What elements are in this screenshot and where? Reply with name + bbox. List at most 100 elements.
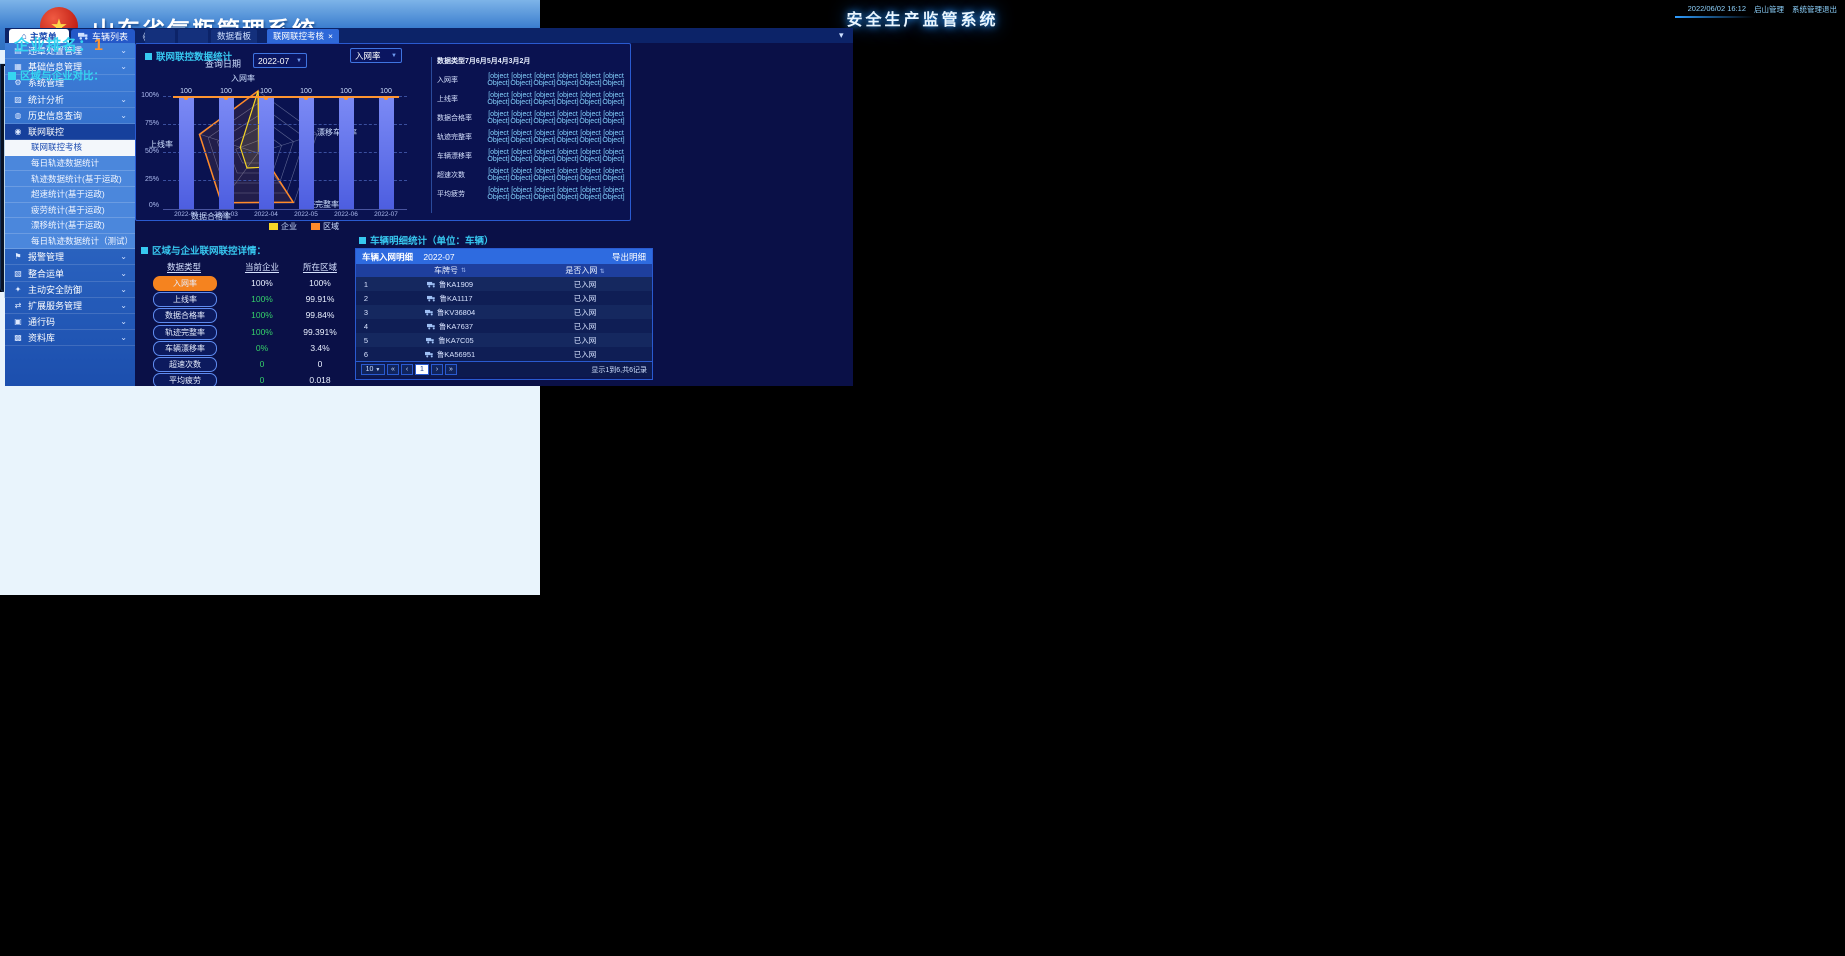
dashboard-sidebar: ▤ 违章处置管理 ⌄ ▦ 基础信息管理 ⌄ ⚙ 系统管理: [5, 43, 135, 386]
vehicles-table-header: 车牌号 ⇅ 是否入网 ⇅: [356, 264, 652, 277]
sort-icon[interactable]: ⇅: [461, 267, 466, 274]
menu-item-icon: ⇄: [13, 301, 23, 310]
sidebar-submenu-item[interactable]: 联网联控考核: [5, 140, 135, 156]
cell-value: [object Object]: [579, 149, 602, 163]
export-button[interactable]: 导出明细: [612, 251, 646, 263]
vehicle-row[interactable]: 6 鲁KA56951 已入网: [356, 347, 652, 361]
caret-down-icon: ⌄: [120, 317, 127, 326]
y-tick: 0%: [135, 202, 159, 209]
cell-value: [object Object]: [556, 111, 579, 125]
sidebar-submenu-item[interactable]: 每日轨迹数据统计（测试）: [5, 234, 135, 250]
bar: [339, 98, 354, 209]
vehicle-row[interactable]: 1 鲁KA1909 已入网: [356, 277, 652, 291]
month-col-header: 2月: [520, 56, 531, 66]
status-col-header[interactable]: 是否入网 ⇅: [524, 265, 646, 276]
plate-col-header[interactable]: 车牌号 ⇅: [376, 265, 524, 276]
metric-label: 超速次数: [169, 359, 201, 370]
page-size-select[interactable]: 10 ▼: [361, 364, 385, 375]
dropdown-arrow-icon: ▼: [375, 367, 380, 373]
first-page-button[interactable]: «: [387, 364, 399, 375]
sidebar-submenu-item[interactable]: 超速统计(基于运政): [5, 187, 135, 203]
close-icon[interactable]: ×: [328, 31, 333, 41]
sidebar-submenu-item[interactable]: 轨迹数据统计(基于运政): [5, 171, 135, 187]
sidebar-submenu-item[interactable]: 每日轨迹数据统计: [5, 156, 135, 172]
sidebar-submenu-item[interactable]: 疲劳统计(基于运政): [5, 203, 135, 219]
vehicle-row[interactable]: 3 鲁KV36804 已入网: [356, 305, 652, 319]
sidebar-menu-item[interactable]: ▨ 统计分析 ⌄: [5, 92, 135, 108]
cell-value: [object Object]: [602, 168, 625, 182]
sidebar-submenu-item[interactable]: 漂移统计(基于运政): [5, 218, 135, 234]
sidebar-menu-item[interactable]: ⚑ 报警管理 ⌄: [5, 249, 135, 265]
cell-value: [object Object]: [602, 111, 625, 125]
metric-pill-button[interactable]: 车辆漂移率: [153, 341, 217, 356]
cell-value: [object Object]: [487, 168, 510, 182]
truck-icon: [427, 281, 436, 288]
sort-icon[interactable]: ⇅: [600, 269, 605, 275]
menu-item-icon: ⚑: [13, 252, 23, 261]
plate-cell: 鲁KA1909: [376, 279, 524, 290]
next-page-button[interactable]: ›: [431, 364, 443, 375]
detail-row: 超速次数 0 0: [135, 356, 351, 372]
plate-cell: 鲁KV36804: [376, 307, 524, 318]
metric-pill-button[interactable]: 上线率: [153, 292, 217, 307]
status-cell: 已入网: [524, 307, 646, 318]
query-date-select[interactable]: 2022-07 ▼: [253, 53, 307, 68]
plate-cell: 鲁KA1117: [376, 293, 524, 304]
bar: [259, 98, 274, 209]
caret-down-icon: ⌄: [120, 285, 127, 294]
row-metric-label: 轨迹完整率: [437, 132, 487, 142]
metric-pill-button[interactable]: 轨迹完整率: [153, 325, 217, 340]
region-value: 99.84%: [295, 310, 345, 320]
bar-value-label: 100: [300, 88, 312, 95]
x-tick: 2022-02: [166, 211, 206, 218]
tab-hidden-2[interactable]: [178, 29, 208, 43]
menu-item-icon: ✦: [13, 285, 23, 294]
center-frame-topband: [0, 595, 90, 690]
sidebar-item-network-control[interactable]: ◉ 联网联控: [5, 124, 135, 140]
logout-link[interactable]: 系统管理退出: [1792, 4, 1837, 15]
cell-value: [object Object]: [533, 149, 556, 163]
sidebar-menu-item[interactable]: ◍ 历史信息查询 ⌄: [5, 108, 135, 124]
company-value: 100%: [237, 327, 287, 337]
sidebar-menu-item[interactable]: ▧ 整合运单 ⌄: [5, 265, 135, 281]
detail-table: 入网率 100% 100% 上线率 100% 99.91%: [135, 275, 351, 386]
last-page-button[interactable]: »: [445, 364, 457, 375]
sidebar-menu-item[interactable]: ✦ 主动安全防御 ⌄: [5, 282, 135, 298]
rank-label: 企业排名：: [14, 37, 94, 54]
metric-pill-button[interactable]: 超速次数: [153, 357, 217, 372]
sidebar-menu-item[interactable]: ▣ 通行码 ⌄: [5, 314, 135, 330]
cell-value: [object Object]: [487, 187, 510, 201]
sidebar-menu-item[interactable]: ▩ 资料库 ⌄: [5, 330, 135, 346]
user-name[interactable]: 启山管理: [1754, 4, 1784, 15]
tab-network-assessment[interactable]: 联网联控考核 ×: [267, 29, 339, 43]
caret-down-icon: ⌄: [120, 269, 127, 278]
cell-value: [object Object]: [510, 73, 533, 87]
bar-value-label: 100: [380, 88, 392, 95]
menu-item-label: 统计分析: [28, 93, 64, 106]
tab-hidden-1[interactable]: [145, 29, 175, 43]
metric-label: 车辆漂移率: [165, 343, 205, 354]
metric-select[interactable]: 入网率 ▼: [350, 48, 402, 63]
x-tick: 2022-03: [206, 211, 246, 218]
metric-pill-button[interactable]: 平均疲劳: [153, 373, 217, 386]
sidebar-menu-item[interactable]: ⇄ 扩展服务管理 ⌄: [5, 298, 135, 314]
menu-item-label: 主动安全防御: [28, 283, 82, 296]
month-col-header: 4月: [498, 56, 509, 66]
tab-data-board[interactable]: 数据看板: [211, 29, 257, 43]
page-number-input[interactable]: 1: [415, 364, 429, 375]
prev-page-button[interactable]: ‹: [401, 364, 413, 375]
compare-heading-text: 区域与企业对比：: [20, 68, 104, 83]
chevron-down-icon[interactable]: ▾: [839, 30, 844, 41]
cell-value: [object Object]: [556, 130, 579, 144]
bar: [179, 98, 194, 209]
truck-icon: [425, 351, 434, 358]
vehicle-row[interactable]: 4 鲁KA7637 已入网: [356, 319, 652, 333]
plate-cell: 鲁KA7637: [376, 321, 524, 332]
month-col-header: 6月: [476, 56, 487, 66]
metric-pill-button[interactable]: 数据合格率: [153, 308, 217, 323]
plate-number: 鲁KA56951: [437, 349, 475, 360]
vehicle-row[interactable]: 2 鲁KA1117 已入网: [356, 291, 652, 305]
vehicle-row[interactable]: 5 鲁KA7C05 已入网: [356, 333, 652, 347]
menu-item-label: 扩展服务管理: [28, 299, 82, 312]
metric-pill-button[interactable]: 入网率: [153, 276, 217, 291]
